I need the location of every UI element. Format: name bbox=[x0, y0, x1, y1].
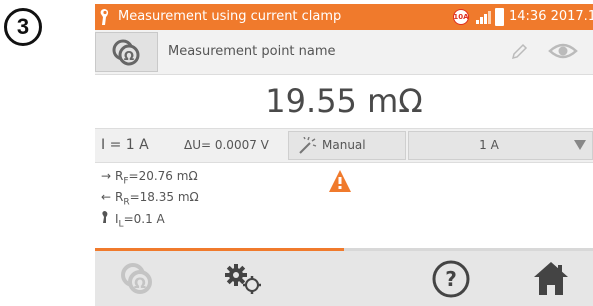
arrow-right-icon: → bbox=[101, 169, 112, 183]
step-number-badge: 3 bbox=[4, 8, 42, 46]
test-current-readout: I = 1 A bbox=[101, 137, 149, 153]
svg-text:Ω: Ω bbox=[134, 276, 146, 292]
settings-icon bbox=[225, 264, 261, 294]
parameters-row: I = 1 A ΔU= 0.0007 V Manual 1 A bbox=[95, 128, 593, 163]
result-il: IL=0.1 A bbox=[101, 210, 199, 232]
measurement-point-button[interactable]: Ω bbox=[95, 32, 158, 72]
measurement-point-icon: Ω bbox=[112, 39, 140, 66]
current-range-value: 1 A bbox=[479, 138, 499, 152]
screen-title: Measurement using current clamp bbox=[118, 9, 342, 24]
home-icon bbox=[534, 262, 568, 295]
warning-icon bbox=[328, 169, 352, 197]
arrow-left-icon: ← bbox=[101, 190, 112, 205]
status-bar: Measurement using current clamp 10A 14:3… bbox=[95, 4, 593, 30]
home-button[interactable] bbox=[529, 257, 573, 301]
dropdown-arrow-icon bbox=[574, 140, 586, 150]
bottom-toolbar: Ω ? bbox=[95, 251, 593, 306]
help-icon: ? bbox=[432, 260, 470, 298]
svg-text:?: ? bbox=[445, 267, 457, 291]
mode-selector[interactable]: Manual bbox=[288, 131, 406, 160]
clock-readout: 14:36 2017.12.14 bbox=[509, 9, 593, 24]
signal-strength-icon bbox=[476, 10, 492, 28]
current-range-badge: 10A bbox=[453, 9, 469, 25]
help-button[interactable]: ? bbox=[429, 257, 473, 301]
measurement-point-row: Ω Measurement point name bbox=[95, 30, 593, 75]
pencil-icon[interactable] bbox=[510, 43, 528, 65]
current-clamp-icon bbox=[98, 8, 112, 30]
measurement-point-name[interactable]: Measurement point name bbox=[168, 44, 336, 59]
results-list: → RF=20.76 mΩ ← RR=18.35 mΩ IL=0.1 A bbox=[101, 168, 199, 232]
current-clamp-icon bbox=[101, 210, 115, 227]
svg-text:Ω: Ω bbox=[124, 49, 134, 63]
manual-mode-icon bbox=[297, 136, 319, 159]
mode-label: Manual bbox=[322, 138, 366, 152]
current-range-dropdown[interactable]: 1 A bbox=[408, 131, 593, 160]
result-rf: → RF=20.76 mΩ bbox=[101, 169, 198, 187]
measurement-point-icon: Ω bbox=[121, 263, 152, 294]
measurement-point-toolbar-button[interactable]: Ω bbox=[115, 257, 159, 301]
voltage-drop-readout: ΔU= 0.0007 V bbox=[184, 138, 269, 152]
settings-button[interactable] bbox=[221, 257, 265, 301]
main-resistance-value: 19.55 mΩ bbox=[265, 82, 423, 120]
eye-icon[interactable] bbox=[548, 41, 578, 65]
meter-screen: Measurement using current clamp 10A 14:3… bbox=[95, 4, 593, 306]
result-rr: ← RR=18.35 mΩ bbox=[101, 190, 199, 208]
battery-icon bbox=[495, 8, 504, 26]
